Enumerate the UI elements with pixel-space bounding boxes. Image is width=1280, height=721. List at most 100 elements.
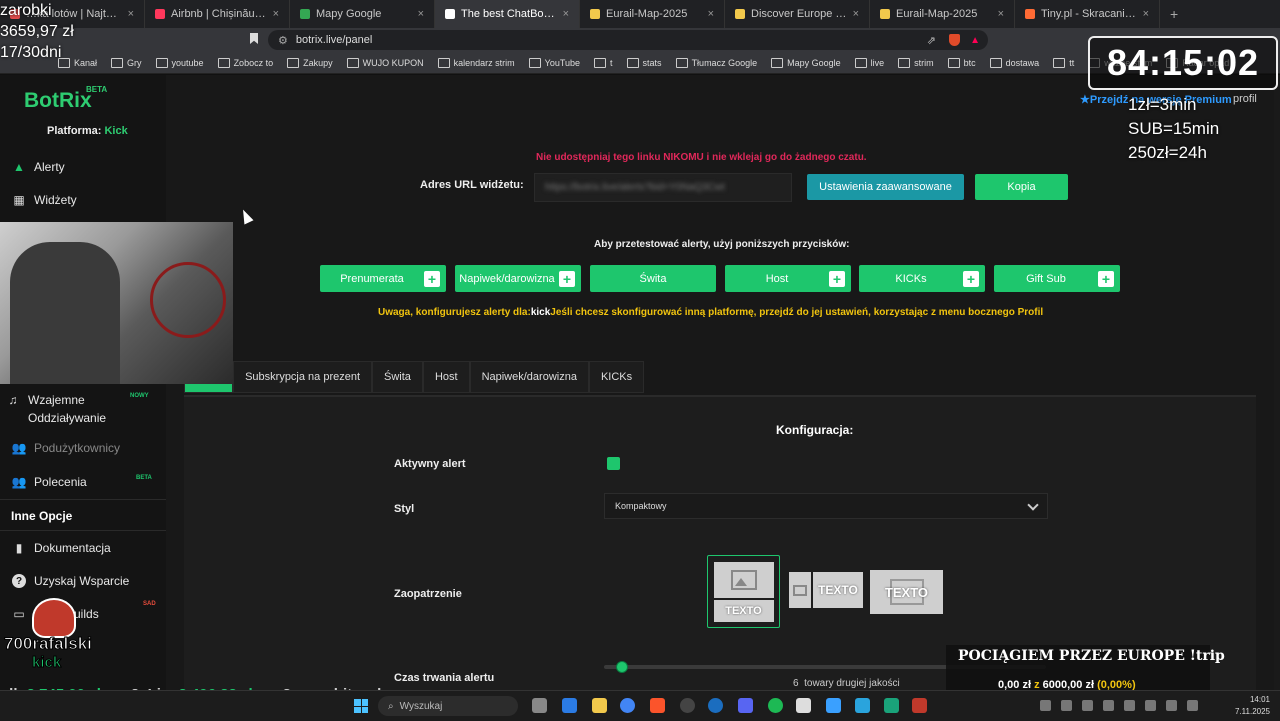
layout-option-overlay[interactable]: TEXTO <box>870 570 943 614</box>
clock[interactable]: 14:01 7.11.2025 <box>1228 694 1270 718</box>
sidebar-item[interactable]: ▲ Alerty <box>12 160 65 174</box>
sidebar-item[interactable]: ? Uzyskaj Wsparcie <box>12 574 129 588</box>
browser-tab[interactable]: Airbnb | Chișinău – oferty wak × <box>145 0 290 28</box>
sidebar-item[interactable]: ♫ Wzajemne Oddziaływanie NOWY <box>6 393 149 427</box>
bookmark-item[interactable]: Zobocz to <box>217 57 273 68</box>
close-icon[interactable]: × <box>128 8 134 20</box>
browser-tab[interactable]: Mapy Google × <box>290 0 435 28</box>
site-info-icon[interactable]: ⚙ <box>278 34 288 47</box>
system-tray[interactable] <box>1040 700 1225 712</box>
sidebar-item[interactable]: ▮ Dokumentacja <box>12 541 111 555</box>
test-alert-button[interactable]: Gift Sub + <box>994 265 1120 292</box>
app-icon[interactable] <box>912 698 927 713</box>
close-icon[interactable]: × <box>1143 8 1149 20</box>
bookmark-item[interactable]: btc <box>947 57 976 68</box>
advanced-settings-button[interactable]: Ustawienia zaawansowane <box>807 174 964 200</box>
discord-icon[interactable] <box>738 698 753 713</box>
music-icon: ♫ <box>8 393 18 407</box>
bookmark-item[interactable]: tt <box>1053 57 1074 68</box>
brave-icon[interactable] <box>650 698 665 713</box>
alert-tab[interactable]: Host <box>422 361 470 393</box>
layout-option-vertical[interactable]: TEXTO <box>707 555 780 628</box>
test-alerts-prompt: Aby przetestować alerty, użyj poniższych… <box>594 239 850 250</box>
test-alert-button[interactable]: Świta <box>590 265 716 292</box>
bookmark-item[interactable]: Zakupy <box>287 57 333 68</box>
alert-tab[interactable]: Subskrypcja na prezent <box>233 361 373 393</box>
bookmark-item[interactable]: dostawa <box>989 57 1039 68</box>
widget-url-field[interactable]: https://botrix.live/alerts?bid=Y0NaQ3Cwt <box>534 173 792 202</box>
test-alert-button[interactable]: Napiwek/darowizna + <box>455 265 581 292</box>
widget-url-label: Adres URL widżetu: <box>420 179 524 191</box>
sidebar-item-label: Wzajemne Oddziaływanie <box>28 393 107 425</box>
test-alert-button[interactable]: Host + <box>725 265 851 292</box>
bookmark-item[interactable]: WUJO KUPON <box>346 57 424 68</box>
taskbar-search[interactable]: ⌕ Wyszukaj <box>378 696 518 716</box>
platform-indicator: Platforma: Kick <box>47 125 128 137</box>
obs-icon[interactable] <box>680 698 695 713</box>
bookmark-item[interactable]: YouTube <box>528 57 580 68</box>
subathon-timer: 84:15:02 <box>1088 36 1278 90</box>
bookmark-item[interactable]: Mapy Google <box>771 57 841 68</box>
bookmark-item[interactable]: Tłumacz Google <box>675 57 757 68</box>
app-icon[interactable] <box>826 698 841 713</box>
folder-icon <box>989 57 1002 68</box>
close-icon[interactable]: × <box>998 8 1004 20</box>
start-icon[interactable] <box>354 699 368 713</box>
browser-tab[interactable]: The best ChatBot and Wid × <box>435 0 580 28</box>
steam-icon[interactable] <box>708 698 723 713</box>
chrome-icon[interactable] <box>620 698 635 713</box>
rewards-icon[interactable]: ▲ <box>970 35 980 46</box>
sidebar-item[interactable]: 👥 Polecenia BETA <box>12 475 152 489</box>
sidebar-item[interactable]: ▦ Widżety <box>12 193 76 207</box>
close-icon[interactable]: × <box>563 8 569 20</box>
chevron-down-icon <box>1027 498 1039 511</box>
clock-date: 7.11.2025 <box>1235 707 1270 716</box>
timer-rule: SUB=15min <box>1128 119 1220 138</box>
alert-tab[interactable]: Napiwek/darowizna <box>469 361 589 393</box>
close-icon[interactable]: × <box>273 8 279 20</box>
new-tab-button[interactable]: + <box>1170 6 1178 22</box>
alert-tab[interactable]: Świta <box>372 361 423 393</box>
bookmark-item[interactable]: strim <box>898 57 934 68</box>
widgets-taskbar-icon[interactable] <box>562 698 577 713</box>
test-alert-button[interactable]: KICKs + <box>859 265 985 292</box>
folder-icon <box>346 57 359 68</box>
app-icon[interactable] <box>855 698 870 713</box>
active-alert-checkbox[interactable] <box>607 457 620 470</box>
explorer-icon[interactable] <box>532 698 547 713</box>
sidebar-item[interactable]: 👥 Podużytkownicy <box>12 441 121 455</box>
browser-tab[interactable]: Eurail-Map-2025 × <box>580 0 725 28</box>
close-icon[interactable]: × <box>708 8 714 20</box>
close-icon[interactable]: × <box>418 8 424 20</box>
bookmark-item[interactable]: live <box>854 57 884 68</box>
duration-slider-thumb[interactable] <box>616 661 628 673</box>
copy-button[interactable]: Kopia <box>975 174 1068 200</box>
browser-tab[interactable]: Eurail-Map-2025 × <box>870 0 1015 28</box>
app-icon[interactable] <box>796 698 811 713</box>
test-alert-button[interactable]: Prenumerata + <box>320 265 446 292</box>
alert-tab[interactable]: KICKs <box>588 361 645 393</box>
botrix-logo[interactable]: BotRix <box>24 89 92 113</box>
brave-shield-icon[interactable] <box>949 34 960 46</box>
bookmark-icon[interactable] <box>250 33 258 44</box>
bookmark-item[interactable]: kalendarz strim <box>437 57 515 68</box>
bookmark-item[interactable]: t <box>594 57 613 68</box>
close-icon[interactable]: × <box>853 8 859 20</box>
app-icon[interactable] <box>884 698 899 713</box>
share-icon[interactable]: ⇗ <box>927 34 936 47</box>
bookmark-item[interactable]: Gry <box>111 57 142 68</box>
bookmark-label: strim <box>914 57 934 68</box>
bookmark-item[interactable]: youtube <box>155 57 204 68</box>
address-bar[interactable]: ⚙ botrix.live/panel ⇗ ▲ <box>268 30 988 50</box>
bookmark-label: kalendarz strim <box>453 57 515 68</box>
right-scrollbar[interactable] <box>1274 75 1280 690</box>
folder-icon[interactable] <box>592 698 607 713</box>
browser-tab[interactable]: Tiny.pl - Skracanie linków. Zam × <box>1015 0 1160 28</box>
layout-option-compact[interactable]: TEXTO <box>789 572 863 608</box>
folder-icon <box>898 57 911 68</box>
style-select[interactable]: Kompaktowy <box>604 493 1048 519</box>
spotify-icon[interactable] <box>768 698 783 713</box>
browser-tab[interactable]: Discover Europe by Train | Best × <box>725 0 870 28</box>
tab-title: Mapy Google <box>316 8 382 20</box>
bookmark-item[interactable]: stats <box>626 57 662 68</box>
